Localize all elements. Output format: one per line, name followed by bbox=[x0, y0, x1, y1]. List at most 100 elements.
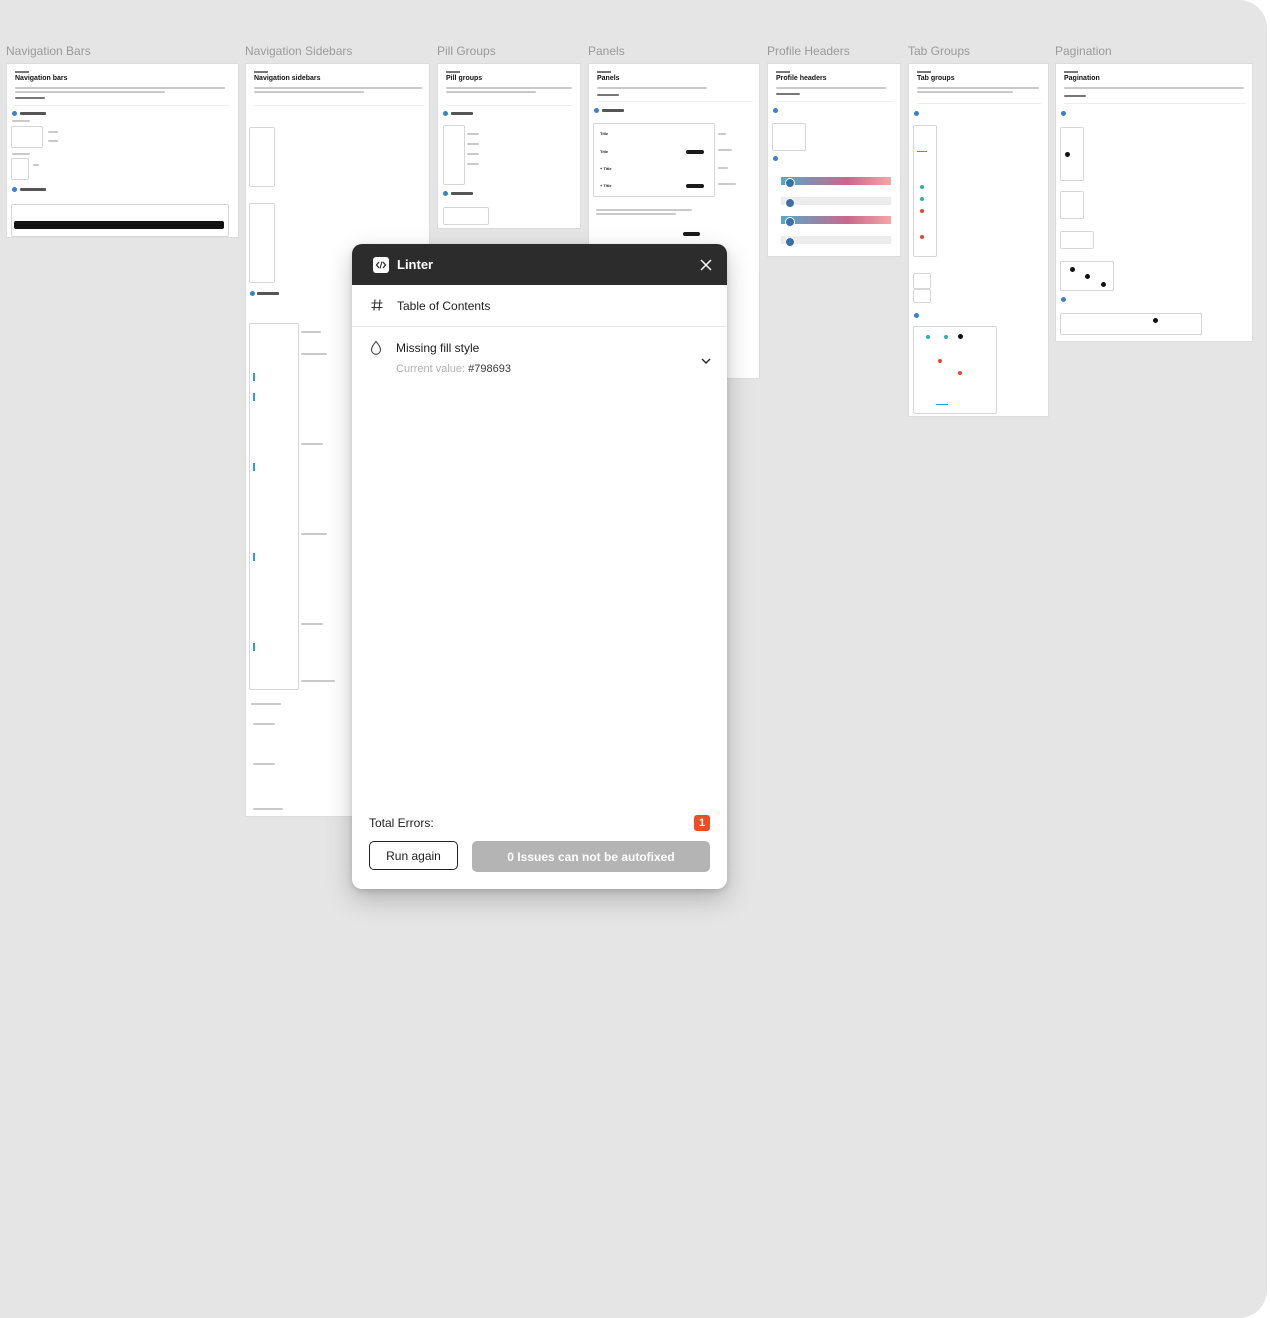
link-line bbox=[15, 97, 45, 99]
label-line bbox=[301, 331, 321, 333]
frame-pill-groups[interactable]: Pill groups bbox=[437, 63, 581, 229]
run-again-button[interactable]: Run again bbox=[369, 841, 458, 870]
active-indicator bbox=[253, 373, 255, 381]
section-heading bbox=[602, 109, 624, 112]
label-line bbox=[253, 723, 275, 725]
profile-banner bbox=[781, 236, 891, 244]
panel-title: Title bbox=[600, 149, 609, 154]
current-value: Current value: #798693 bbox=[396, 363, 511, 375]
page-dot bbox=[1101, 282, 1106, 287]
frame-title-navigation-bars[interactable]: Navigation Bars bbox=[6, 44, 91, 58]
tab-underline bbox=[936, 404, 948, 405]
tab-dot bbox=[926, 335, 930, 339]
section-icon bbox=[250, 291, 255, 296]
page-dot bbox=[1065, 152, 1070, 157]
frame-heading: Pagination bbox=[1064, 75, 1100, 82]
avatar bbox=[785, 198, 795, 208]
link-line bbox=[1064, 95, 1086, 97]
sidebar-preview-large bbox=[249, 323, 299, 690]
desc-line bbox=[446, 91, 536, 93]
active-indicator bbox=[253, 553, 255, 561]
drop-icon bbox=[369, 340, 383, 356]
sidebar-preview bbox=[249, 203, 275, 283]
design-canvas[interactable]: Navigation Bars Navigation Sidebars Pill… bbox=[0, 0, 1267, 1318]
table-of-contents-row[interactable]: Table of Contents bbox=[352, 285, 727, 327]
frame-profile-headers[interactable]: Profile headers bbox=[767, 63, 901, 257]
tab-preview bbox=[913, 289, 931, 303]
tab-dot bbox=[938, 359, 942, 363]
section-heading bbox=[451, 192, 473, 195]
autofix-button[interactable]: 0 Issues can not be autofixed bbox=[472, 841, 710, 872]
label-line bbox=[253, 808, 283, 810]
label-line bbox=[467, 153, 479, 155]
frame-title-panels[interactable]: Panels bbox=[588, 44, 625, 58]
label-line bbox=[33, 164, 39, 166]
link-line bbox=[597, 94, 619, 96]
navbar-dark-preview bbox=[14, 221, 224, 229]
frame-title-pagination[interactable]: Pagination bbox=[1055, 44, 1112, 58]
label-line bbox=[301, 680, 335, 682]
chevron-down-icon[interactable] bbox=[700, 353, 712, 364]
frame-pagination[interactable]: Pagination bbox=[1055, 63, 1253, 342]
divider bbox=[446, 105, 572, 106]
label-line bbox=[467, 143, 479, 145]
label-line bbox=[718, 149, 732, 151]
link-line bbox=[776, 93, 800, 95]
section-heading bbox=[451, 112, 473, 115]
table-of-contents-label: Table of Contents bbox=[397, 299, 491, 313]
divider bbox=[254, 105, 424, 106]
linter-panel: Linter Table of Contents Missing fill st… bbox=[352, 244, 727, 889]
frame-title-pill-groups[interactable]: Pill Groups bbox=[437, 44, 496, 58]
section-heading bbox=[257, 292, 279, 295]
divider bbox=[776, 101, 894, 102]
section-icon bbox=[594, 108, 599, 113]
divider bbox=[1064, 103, 1246, 104]
linter-title: Linter bbox=[397, 257, 434, 272]
panel-title: + Title bbox=[600, 166, 612, 171]
profile-banner bbox=[781, 197, 891, 205]
frame-tab-groups[interactable]: Tab groups bbox=[908, 63, 1049, 417]
divider bbox=[15, 105, 230, 106]
doc-kicker bbox=[597, 71, 611, 73]
frame-title-profile-headers[interactable]: Profile Headers bbox=[767, 44, 850, 58]
divider bbox=[917, 103, 1041, 104]
section-icon bbox=[914, 111, 919, 116]
desc-line bbox=[15, 87, 225, 89]
label-line bbox=[718, 133, 726, 135]
panel-pill bbox=[683, 232, 700, 236]
sidebar-preview bbox=[249, 127, 275, 187]
label-line bbox=[48, 140, 58, 142]
avatar bbox=[785, 178, 795, 188]
component-preview bbox=[11, 158, 29, 180]
section-icon bbox=[773, 156, 778, 161]
profile-banner bbox=[781, 177, 891, 185]
label-line bbox=[718, 183, 736, 185]
panel-title: Title bbox=[600, 131, 609, 136]
section-heading bbox=[20, 188, 46, 191]
label-line bbox=[251, 703, 281, 705]
frame-title-tab-groups[interactable]: Tab Groups bbox=[908, 44, 970, 58]
label-line bbox=[718, 167, 728, 169]
error-item[interactable]: Missing fill style Current value: #79869… bbox=[352, 338, 727, 386]
section-icon bbox=[12, 187, 17, 192]
profile-banner bbox=[781, 216, 891, 224]
label-line bbox=[253, 763, 275, 765]
total-errors-badge: 1 bbox=[694, 815, 710, 831]
label-line bbox=[12, 120, 30, 122]
error-title: Missing fill style bbox=[396, 341, 480, 355]
section-icon bbox=[443, 111, 448, 116]
desc-line bbox=[254, 87, 422, 89]
frame-navigation-bars[interactable]: Navigation bars bbox=[6, 63, 239, 238]
pill-group-preview bbox=[443, 207, 489, 225]
frame-title-navigation-sidebars[interactable]: Navigation Sidebars bbox=[245, 44, 352, 58]
frame-heading: Tab groups bbox=[917, 75, 955, 82]
close-icon[interactable] bbox=[697, 256, 715, 274]
tab-group-preview bbox=[913, 326, 997, 414]
tab-dot bbox=[920, 209, 924, 213]
total-errors-label: Total Errors: bbox=[369, 816, 434, 830]
page-dot bbox=[1085, 274, 1090, 279]
panel-pill bbox=[686, 184, 704, 188]
code-icon bbox=[373, 257, 389, 273]
section-icon bbox=[914, 313, 919, 318]
pagination-preview bbox=[1060, 231, 1094, 249]
